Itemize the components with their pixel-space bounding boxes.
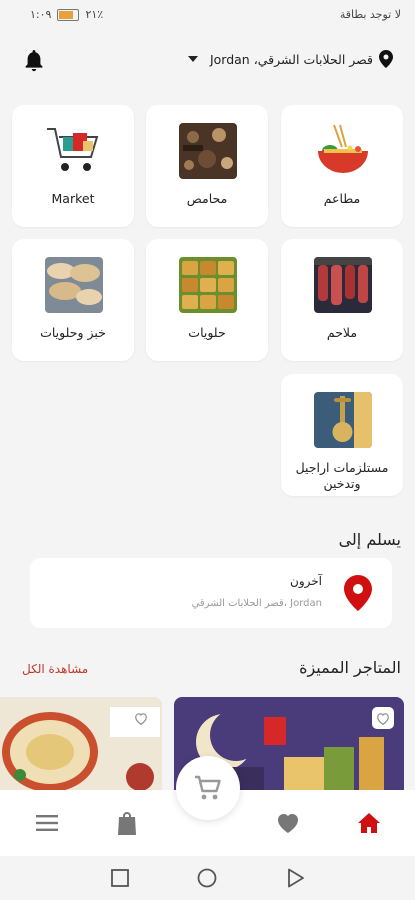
- recent-apps-icon[interactable]: [111, 869, 129, 887]
- location-text: قصر الحلابات الشرقي، Jordan: [209, 51, 373, 67]
- home-icon: [358, 813, 380, 833]
- nav-favorites[interactable]: [273, 808, 303, 838]
- hookah-image: [314, 392, 372, 448]
- category-label: Market: [51, 191, 95, 206]
- status-bar: ١:٠٩ ٢١٪ لا توجد بطاقة: [0, 0, 415, 30]
- see-all-link[interactable]: مشاهدة الكل: [22, 662, 88, 676]
- category-restaurants[interactable]: مطاعم: [281, 105, 403, 227]
- favorite-button[interactable]: [372, 707, 394, 729]
- back-triangle-icon[interactable]: [287, 868, 305, 888]
- nav-home[interactable]: [354, 808, 384, 838]
- battery-text: ٢١٪: [85, 8, 104, 21]
- status-time: ١:٠٩: [30, 8, 52, 21]
- nav-orders[interactable]: [112, 808, 142, 838]
- category-label: خبز وحلويات: [40, 325, 106, 340]
- category-label: حلويات: [188, 325, 226, 340]
- network-text: لا توجد بطاقة: [339, 8, 401, 21]
- category-market[interactable]: Market: [12, 105, 134, 227]
- address-name: آخرون: [290, 574, 322, 588]
- featured-store-card[interactable]: [0, 697, 162, 797]
- status-right: لا توجد بطاقة: [340, 8, 401, 21]
- address-line: قصر الحلابات الشرقي، Jordan: [191, 598, 322, 609]
- nav-menu[interactable]: [32, 808, 62, 838]
- location-selector[interactable]: قصر الحلابات الشرقي، Jordan: [187, 50, 393, 68]
- favorite-button[interactable]: [130, 707, 152, 729]
- featured-stores-title: المتاجر المميزة: [299, 658, 401, 677]
- chevron-down-icon: [187, 56, 198, 62]
- heart-icon: [135, 712, 147, 725]
- home-circle-icon[interactable]: [197, 868, 217, 888]
- category-butchers[interactable]: ملاحم: [281, 239, 403, 361]
- heart-icon: [377, 712, 389, 725]
- system-navigation-bar: [0, 856, 415, 900]
- category-hookah-supplies[interactable]: مستلزمات اراجيل وتدخين: [281, 374, 403, 496]
- cart-icon: [195, 775, 221, 800]
- deliver-to-title: يسلم إلى: [338, 530, 401, 549]
- address-card[interactable]: آخرون قصر الحلابات الشرقي، Jordan: [30, 558, 392, 628]
- cart-button[interactable]: [176, 756, 240, 820]
- bread-image: [45, 257, 103, 313]
- market-cart-image: [45, 123, 103, 179]
- top-bar: قصر الحلابات الشرقي، Jordan: [0, 40, 415, 84]
- battery-icon: [57, 8, 80, 21]
- bell-icon[interactable]: [22, 48, 46, 74]
- restaurants-image: [314, 123, 372, 179]
- heart-icon: [278, 814, 298, 833]
- menu-icon: [36, 815, 58, 831]
- category-label: محامص: [186, 191, 228, 206]
- category-label: ملاحم: [326, 325, 358, 340]
- category-label: مستلزمات اراجيل وتدخين: [295, 460, 389, 491]
- sweets-image: [179, 257, 237, 313]
- status-left: ١:٠٩ ٢١٪: [30, 8, 103, 21]
- category-bread-pastries[interactable]: خبز وحلويات: [12, 239, 134, 361]
- location-pin-icon: [379, 50, 393, 68]
- roasteries-image: [179, 123, 237, 179]
- category-roasteries[interactable]: محامص: [146, 105, 268, 227]
- category-label: مطاعم: [323, 191, 361, 206]
- butchers-image: [314, 257, 372, 313]
- location-pin-icon: [344, 575, 372, 611]
- category-sweets[interactable]: حلويات: [146, 239, 268, 361]
- shopping-bag-icon: [118, 812, 136, 835]
